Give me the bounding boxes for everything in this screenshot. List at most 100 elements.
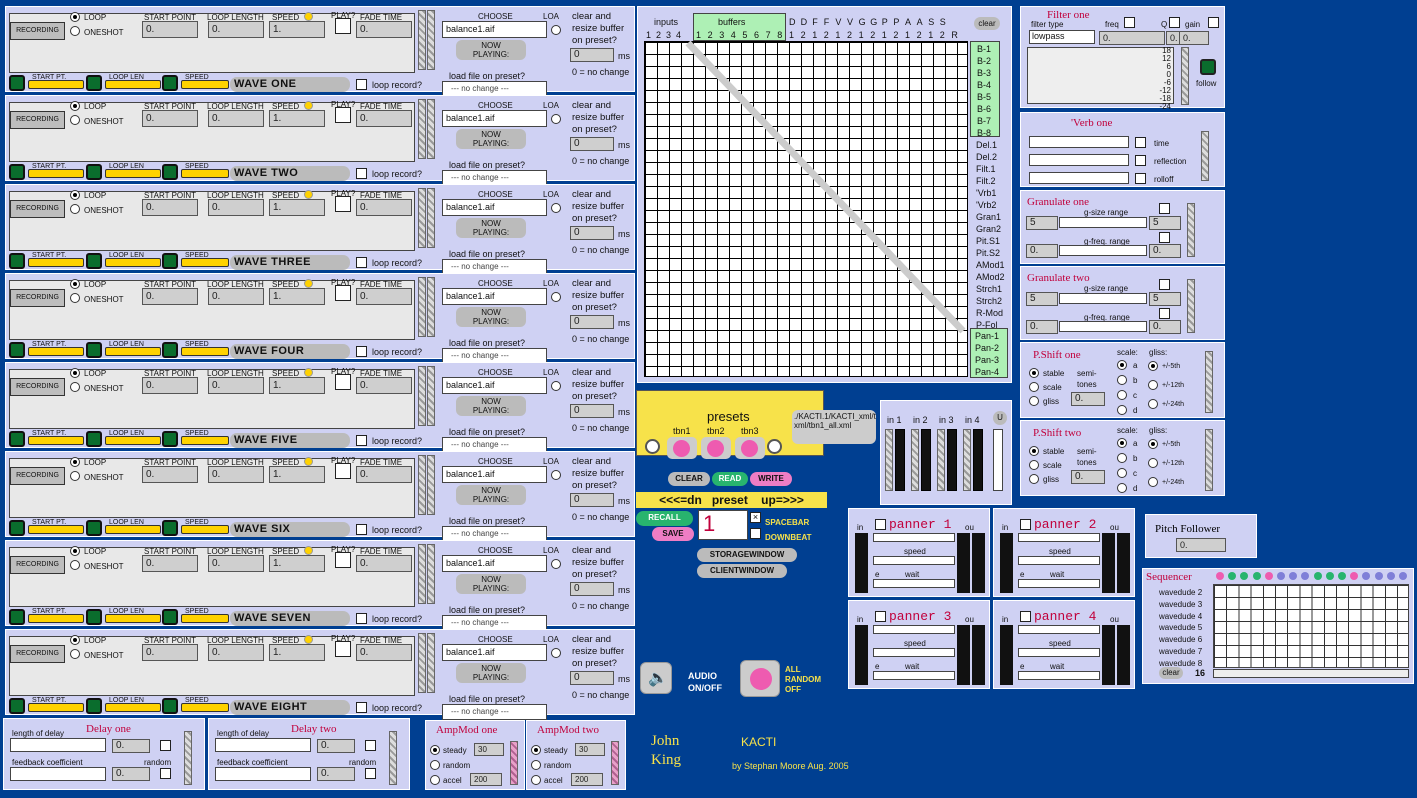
ampmod-radio[interactable] [531,745,541,755]
clear-matrix-button[interactable]: clear [974,17,1000,30]
loop-radio[interactable] [70,368,80,378]
speed-bar[interactable] [181,703,229,712]
panner-position-slider[interactable] [1018,533,1100,542]
start-pt-led[interactable] [9,520,25,536]
fade-time-value[interactable]: 0. [356,555,412,572]
loop-len-bar[interactable] [105,703,161,712]
start-point-value[interactable]: 0. [142,377,198,394]
start-point-value[interactable]: 0. [142,466,198,483]
scale-note-radio[interactable] [1117,360,1127,370]
preset-left-toggle[interactable] [645,439,660,454]
start-pt-bar[interactable] [28,703,84,712]
loop-len-led[interactable] [86,164,102,180]
loop-len-bar[interactable] [105,525,161,534]
oneshot-radio[interactable] [70,204,80,214]
panner-position-slider[interactable] [1018,625,1100,634]
speed-led[interactable] [162,342,178,358]
sequencer-step-led[interactable] [1228,572,1237,580]
sequencer-grid[interactable] [1213,584,1409,668]
sequencer-clear[interactable]: clear [1159,667,1183,679]
loa-toggle[interactable] [551,470,561,480]
ampmod-radio[interactable] [531,760,541,770]
gran2-size-range[interactable] [1059,293,1147,304]
gran1-slider[interactable] [1187,203,1195,257]
all-random-button[interactable] [740,660,780,697]
start-pt-led[interactable] [9,342,25,358]
wave-panel[interactable]: RECORDING LOOP ONESHOT START POINT LOOP LENG… [5,184,635,275]
reflection-checkbox[interactable] [1135,155,1146,166]
ampmod-accel-value[interactable]: 200 [470,773,502,786]
file-select[interactable]: balance1.aif [442,288,547,305]
fade-time-value[interactable]: 0. [356,466,412,483]
sequencer-step-led[interactable] [1325,572,1334,580]
loop-record-checkbox[interactable] [356,613,367,624]
speed-led[interactable] [162,75,178,91]
sequencer-step-led[interactable] [1216,572,1224,580]
verb-slider[interactable] [1201,131,1209,181]
loa-toggle[interactable] [551,381,561,391]
play-checkbox[interactable] [335,107,351,123]
speed-value[interactable]: 1. [269,555,325,572]
start-point-value[interactable]: 0. [142,110,198,127]
loop-len-led[interactable] [86,342,102,358]
pshift-mode-radio[interactable] [1029,446,1039,456]
loop-length-value[interactable]: 0. [208,199,264,216]
pshift-mode-radio[interactable] [1029,382,1039,392]
scale-note-radio[interactable] [1117,375,1127,385]
filter-slider[interactable] [1181,47,1189,105]
clientwindow-button[interactable]: CLIENTWINDOW [697,564,787,578]
oneshot-radio[interactable] [70,471,80,481]
recall-button[interactable]: RECALL [636,511,693,526]
sequencer-step-led[interactable] [1374,572,1383,580]
wave-panel[interactable]: RECORDING LOOP ONESHOT START POINT LOOP LENG… [5,540,635,631]
sequencer-step-led[interactable] [1277,572,1285,580]
oneshot-radio[interactable] [70,382,80,392]
wave-slider-a[interactable] [418,99,426,159]
sequencer-step-led[interactable] [1313,572,1322,580]
u-button[interactable]: U [993,411,1007,425]
start-pt-bar[interactable] [28,525,84,534]
panner-wait-slider[interactable] [873,671,955,680]
delay-length-checkbox[interactable] [365,740,376,751]
wave-slider-a[interactable] [418,455,426,515]
sequencer-step-led[interactable] [1264,572,1273,580]
filter-type-select[interactable]: lowpass [1029,30,1095,44]
sequencer-step-led[interactable] [1252,572,1261,580]
feedback-slider[interactable] [215,767,311,781]
tbn-button[interactable] [667,437,697,459]
start-point-value[interactable]: 0. [142,21,198,38]
scale-note-radio[interactable] [1117,483,1127,493]
file-select[interactable]: balance1.aif [442,555,547,572]
start-pt-bar[interactable] [28,436,84,445]
ampmod-slider[interactable] [510,741,518,785]
delay-slider[interactable] [389,731,397,785]
pshift-slider[interactable] [1205,429,1213,491]
speed-value[interactable]: 1. [269,288,325,305]
gran2-freq-checkbox[interactable] [1159,308,1170,319]
gran2-freq-max[interactable]: 0. [1149,320,1181,334]
loop-len-bar[interactable] [105,347,161,356]
wave-slider-a[interactable] [418,10,426,70]
loa-toggle[interactable] [551,292,561,302]
ampmod-steady-value[interactable]: 30 [575,743,605,756]
ms-value[interactable]: 0 [570,671,614,685]
wave-slider-a[interactable] [418,277,426,337]
save-button[interactable]: SAVE [652,527,694,541]
play-checkbox[interactable] [335,18,351,34]
ampmod-radio[interactable] [531,775,541,785]
start-pt-led[interactable] [9,431,25,447]
recording-button[interactable]: RECORDING [10,645,65,663]
pshift-mode-radio[interactable] [1029,396,1039,406]
fade-time-value[interactable]: 0. [356,21,412,38]
delay-length-slider[interactable] [10,738,106,752]
wave-slider-b[interactable] [427,544,435,604]
oneshot-radio[interactable] [70,26,80,36]
sequencer-step-led[interactable] [1240,572,1249,580]
panner-position-slider[interactable] [873,533,955,542]
audio-button[interactable]: 🔈 [640,662,672,694]
speed-led[interactable] [162,253,178,269]
fade-time-value[interactable]: 0. [356,288,412,305]
panner-enable[interactable] [1020,519,1031,530]
input-slider[interactable] [885,429,893,491]
loop-len-led[interactable] [86,253,102,269]
